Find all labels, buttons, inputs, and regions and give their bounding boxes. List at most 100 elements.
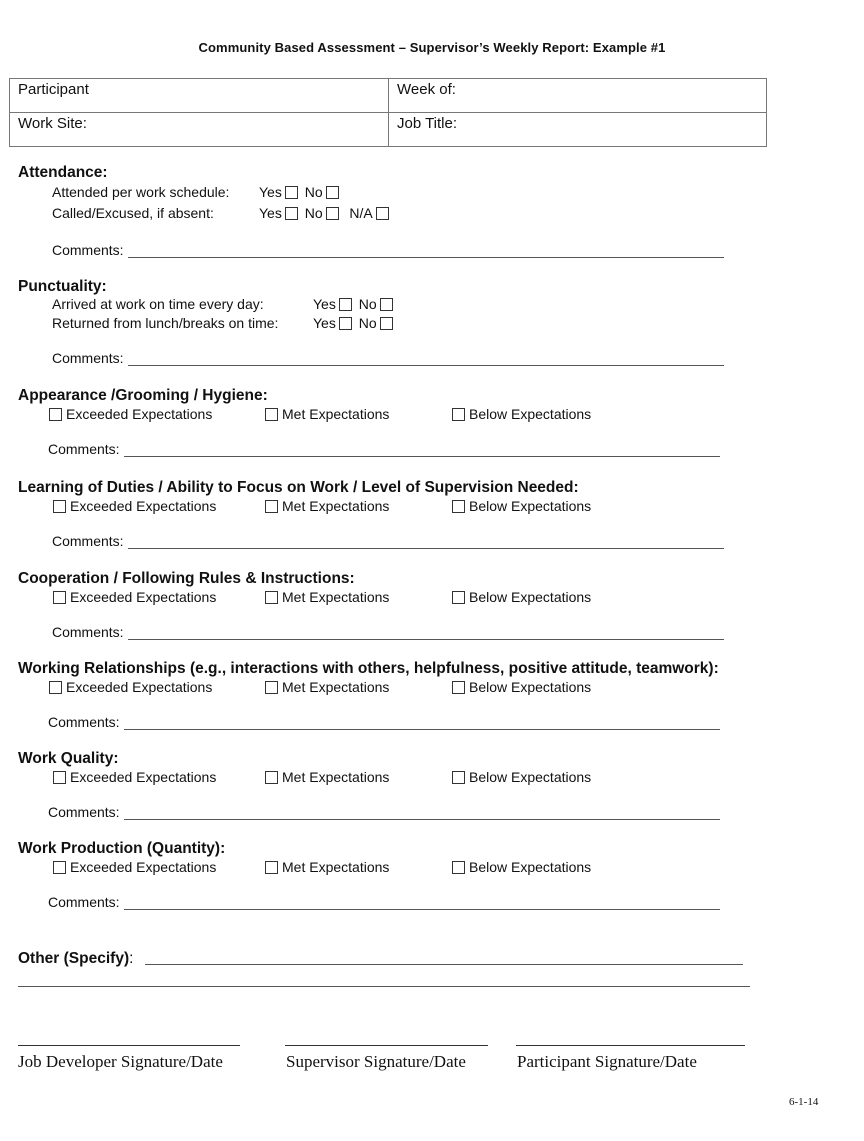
comments-label: Comments: — [48, 894, 120, 910]
yes-label: Yes — [259, 205, 282, 221]
met-label: Met Expectations — [282, 589, 390, 605]
appearance-exceeded-checkbox[interactable] — [49, 408, 62, 421]
work-production-exceeded-checkbox[interactable] — [53, 861, 66, 874]
work-quality-met-checkbox[interactable] — [265, 771, 278, 784]
attendance-q2-options: Yes No N/A — [259, 205, 392, 221]
attendance-q1-yes-checkbox[interactable] — [284, 186, 298, 199]
working-relationships-met-checkbox[interactable] — [265, 681, 278, 694]
punctuality-title: Punctuality: — [18, 278, 107, 295]
exceeded-label: Exceeded Expectations — [70, 498, 217, 514]
attendance-comments-line[interactable] — [127, 245, 724, 258]
learning-exceeded-option[interactable]: Exceeded Expectations — [53, 498, 216, 514]
work-production-comments: Comments: — [48, 894, 720, 910]
attendance-q2-no-checkbox[interactable] — [325, 207, 339, 220]
cooperation-comments-line[interactable] — [127, 627, 724, 640]
supervisor-signature-line[interactable] — [285, 1045, 488, 1046]
work-quality-exceeded-checkbox[interactable] — [53, 771, 66, 784]
work-production-title: Work Production (Quantity): — [18, 840, 226, 857]
met-label: Met Expectations — [282, 498, 390, 514]
comments-label: Comments: — [52, 533, 124, 549]
yes-label: Yes — [313, 296, 336, 312]
work-site-field[interactable]: Work Site: — [9, 112, 389, 147]
below-label: Below Expectations — [469, 769, 592, 785]
learning-exceeded-checkbox[interactable] — [53, 500, 66, 513]
job-developer-signature-line[interactable] — [18, 1045, 240, 1046]
below-label: Below Expectations — [469, 589, 592, 605]
participant-field[interactable]: Participant — [9, 78, 389, 113]
week-of-field[interactable]: Week of: — [388, 78, 767, 113]
comments-label: Comments: — [48, 441, 120, 457]
other-title: Other (Specify) — [18, 950, 130, 967]
cooperation-below-option[interactable]: Below Expectations — [452, 589, 591, 605]
learning-title: Learning of Duties / Ability to Focus on… — [18, 479, 579, 496]
appearance-title: Appearance /Grooming / Hygiene: — [18, 387, 268, 404]
working-relationships-title: Working Relationships (e.g., interaction… — [18, 660, 719, 677]
work-quality-comments-line[interactable] — [123, 807, 720, 820]
appearance-met-option[interactable]: Met Expectations — [265, 406, 389, 422]
working-relationships-comments: Comments: — [48, 714, 720, 730]
cooperation-met-checkbox[interactable] — [265, 591, 278, 604]
punctuality-q2-no-checkbox[interactable] — [379, 317, 393, 330]
working-relationships-met-option[interactable]: Met Expectations — [265, 679, 389, 695]
punctuality-q1-no-checkbox[interactable] — [379, 298, 393, 311]
punctuality-comments: Comments: — [52, 350, 724, 366]
appearance-comments: Comments: — [48, 441, 720, 457]
appearance-below-option[interactable]: Below Expectations — [452, 406, 591, 422]
learning-met-checkbox[interactable] — [265, 500, 278, 513]
working-relationships-below-option[interactable]: Below Expectations — [452, 679, 591, 695]
attendance-q2-yes-checkbox[interactable] — [284, 207, 298, 220]
working-relationships-exceeded-option[interactable]: Exceeded Expectations — [49, 679, 212, 695]
punctuality-q2-yes-checkbox[interactable] — [338, 317, 352, 330]
learning-met-option[interactable]: Met Expectations — [265, 498, 389, 514]
work-production-met-checkbox[interactable] — [265, 861, 278, 874]
job-title-field[interactable]: Job Title: — [388, 112, 767, 147]
cooperation-exceeded-option[interactable]: Exceeded Expectations — [53, 589, 216, 605]
cooperation-exceeded-checkbox[interactable] — [53, 591, 66, 604]
attendance-comments: Comments: — [52, 242, 724, 258]
working-relationships-below-checkbox[interactable] — [452, 681, 465, 694]
working-relationships-comments-line[interactable] — [123, 717, 720, 730]
other-specify-line-2[interactable] — [18, 986, 750, 987]
learning-below-checkbox[interactable] — [452, 500, 465, 513]
comments-label: Comments: — [48, 804, 120, 820]
working-relationships-exceeded-checkbox[interactable] — [49, 681, 62, 694]
work-quality-below-option[interactable]: Below Expectations — [452, 769, 591, 785]
participant-signature-label: Participant Signature/Date — [517, 1052, 697, 1071]
work-production-comments-line[interactable] — [123, 897, 720, 910]
punctuality-q2-options: Yes No — [313, 315, 396, 331]
cooperation-below-checkbox[interactable] — [452, 591, 465, 604]
punctuality-q1-yes-checkbox[interactable] — [338, 298, 352, 311]
attendance-q1-no-checkbox[interactable] — [325, 186, 339, 199]
week-of-label: Week of: — [397, 81, 456, 98]
learning-below-option[interactable]: Below Expectations — [452, 498, 591, 514]
attendance-q2-label: Called/Excused, if absent: — [52, 205, 214, 221]
other-specify-line-1[interactable] — [145, 964, 743, 965]
cooperation-met-option[interactable]: Met Expectations — [265, 589, 389, 605]
punctuality-comments-line[interactable] — [127, 353, 724, 366]
exceeded-label: Exceeded Expectations — [70, 859, 217, 875]
work-quality-met-option[interactable]: Met Expectations — [265, 769, 389, 785]
appearance-exceeded-option[interactable]: Exceeded Expectations — [49, 406, 212, 422]
page-title: Community Based Assessment – Supervisor’… — [198, 40, 666, 55]
appearance-met-checkbox[interactable] — [265, 408, 278, 421]
participant-label: Participant — [18, 81, 89, 98]
work-quality-exceeded-option[interactable]: Exceeded Expectations — [53, 769, 216, 785]
attendance-q2-na-checkbox[interactable] — [375, 207, 389, 220]
comments-label: Comments: — [48, 714, 120, 730]
attendance-title: Attendance: — [18, 164, 108, 181]
cooperation-comments: Comments: — [52, 624, 724, 640]
work-production-below-checkbox[interactable] — [452, 861, 465, 874]
learning-comments-line[interactable] — [127, 536, 724, 549]
below-label: Below Expectations — [469, 406, 592, 422]
work-production-exceeded-option[interactable]: Exceeded Expectations — [53, 859, 216, 875]
punctuality-q1-options: Yes No — [313, 296, 396, 312]
work-production-met-option[interactable]: Met Expectations — [265, 859, 389, 875]
appearance-below-checkbox[interactable] — [452, 408, 465, 421]
comments-label: Comments: — [52, 242, 124, 258]
learning-comments: Comments: — [52, 533, 724, 549]
work-production-below-option[interactable]: Below Expectations — [452, 859, 591, 875]
appearance-comments-line[interactable] — [123, 444, 720, 457]
work-quality-below-checkbox[interactable] — [452, 771, 465, 784]
met-label: Met Expectations — [282, 769, 390, 785]
participant-signature-line[interactable] — [516, 1045, 745, 1046]
